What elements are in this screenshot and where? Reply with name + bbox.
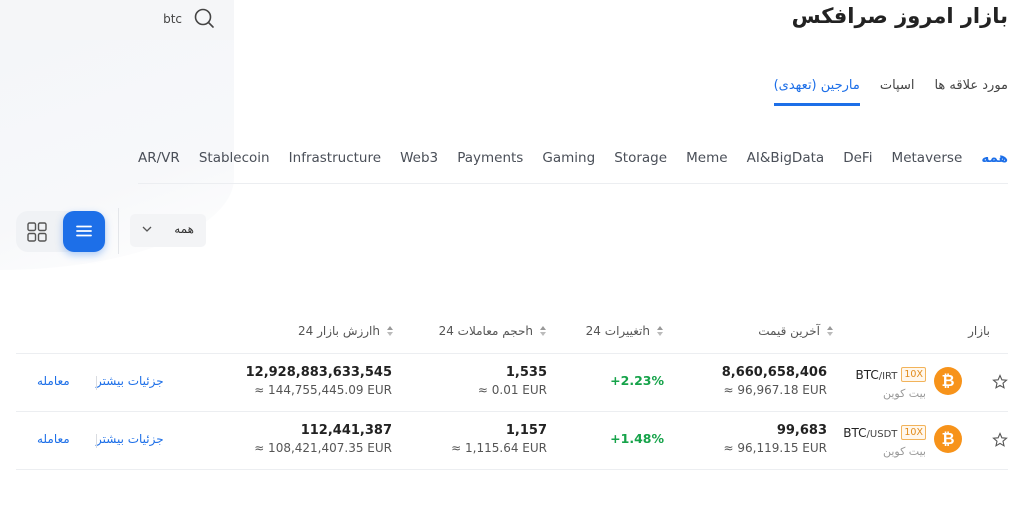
page-title: بازار امروز صرافکس (791, 4, 1008, 28)
leverage-badge: 10X (901, 425, 926, 440)
category-all[interactable]: همه (981, 150, 1008, 183)
pair-base: BTC (855, 367, 879, 382)
header-change[interactable]: تغییرات 24h (586, 324, 664, 338)
trade-link[interactable]: معامله (37, 374, 70, 388)
category-ar-vr[interactable]: AR/VR (138, 150, 180, 183)
last-price-eur: ≈ 96,967.18 EUR (723, 383, 827, 397)
market-cap: 112,441,387 (300, 423, 392, 438)
header-market: بازار (968, 324, 990, 338)
header-volume-label: حجم معاملات 24h (438, 324, 533, 338)
grid-view-icon[interactable] (26, 221, 48, 243)
market-cap-cell: 12,928,883,633,545 ≈ 144,755,445.09 EUR (246, 365, 392, 397)
tab-margin[interactable]: مارجین (تعهدی) (773, 78, 860, 106)
market-pair: 10X BTC/USDT (843, 425, 926, 440)
category-stablecoin[interactable]: Stablecoin (199, 150, 270, 183)
search-bar (0, 0, 234, 40)
category-defi[interactable]: DeFi (843, 150, 872, 183)
bitcoin-icon: ₿ (934, 425, 962, 453)
market-cap-eur: ≈ 144,755,445.09 EUR (254, 383, 392, 397)
star-icon[interactable] (992, 374, 1008, 390)
table-header: بازار آخرین قیمت تغییرات 24h حجم معاملات… (16, 316, 1008, 354)
category-filter: همه Metaverse DeFi AI&BigData Meme Stora… (138, 150, 1008, 184)
category-ai-bigdata[interactable]: AI&BigData (747, 150, 825, 183)
change-24h: +2.23% (610, 373, 664, 388)
volume-24h: 1,157 (505, 423, 547, 438)
sort-icon (387, 326, 393, 336)
header-change-label: تغییرات 24h (585, 324, 650, 338)
last-price: 8,660,658,406 (721, 365, 827, 380)
last-price: 99,683 (776, 423, 827, 438)
chevron-down-icon (142, 226, 152, 232)
search-input[interactable] (120, 8, 182, 30)
category-storage[interactable]: Storage (614, 150, 667, 183)
header-market-cap-label: ارزش بازار 24h (297, 324, 380, 338)
link-divider (96, 376, 97, 390)
category-payments[interactable]: Payments (457, 150, 523, 183)
category-meme[interactable]: Meme (686, 150, 727, 183)
details-link[interactable]: جزئیات بیشتر (96, 374, 164, 388)
list-view-icon (76, 225, 92, 237)
volume-24h: 1,535 (505, 365, 547, 380)
tab-spot[interactable]: اسپات (880, 78, 915, 106)
header-last-price[interactable]: آخرین قیمت (758, 324, 834, 338)
divider (118, 208, 119, 254)
header-volume[interactable]: حجم معاملات 24h (439, 324, 547, 338)
list-view-button[interactable] (63, 211, 105, 252)
tab-favorites[interactable]: مورد علاقه ها (934, 78, 1008, 106)
pair-base: BTC (843, 425, 867, 440)
filter-dropdown-value: همه (174, 222, 194, 236)
sort-icon (827, 326, 833, 336)
last-price-eur: ≈ 96,119.15 EUR (723, 441, 827, 455)
market-cap: 12,928,883,633,545 (245, 365, 392, 380)
category-infrastructure[interactable]: Infrastructure (289, 150, 381, 183)
sort-icon (540, 326, 546, 336)
market-pair: 10X BTC/IRT (855, 367, 926, 382)
coin-name: بیت کوین (882, 445, 926, 458)
sort-icon (657, 326, 663, 336)
header-market-label: بازار (968, 324, 990, 338)
volume-24h-eur: ≈ 0.01 EUR (477, 383, 547, 397)
star-icon[interactable] (992, 432, 1008, 448)
last-price-cell: 99,683 ≈ 96,119.15 EUR (724, 423, 827, 455)
link-divider (96, 434, 97, 448)
volume-cell: 1,535 ≈ 0.01 EUR (478, 365, 547, 397)
category-web3[interactable]: Web3 (400, 150, 438, 183)
table-row[interactable]: ₿ 10X BTC/USDT بیت کوین 99,683 ≈ 96,119.… (16, 412, 1008, 470)
category-gaming[interactable]: Gaming (542, 150, 595, 183)
category-metaverse[interactable]: Metaverse (892, 150, 963, 183)
search-icon[interactable] (193, 7, 215, 29)
change-24h: +1.48% (610, 431, 664, 446)
pair-quote: /IRT (878, 370, 898, 382)
bitcoin-icon: ₿ (934, 367, 962, 395)
trade-link[interactable]: معامله (37, 432, 70, 446)
details-link[interactable]: جزئیات بیشتر (96, 432, 164, 446)
view-toggle (16, 211, 106, 252)
coin-name: بیت کوین (882, 387, 926, 400)
leverage-badge: 10X (901, 367, 926, 382)
header-last-price-label: آخرین قیمت (758, 324, 820, 338)
market-cap-cell: 112,441,387 ≈ 108,421,407.35 EUR (254, 423, 392, 455)
volume-cell: 1,157 ≈ 1,115.64 EUR (451, 423, 547, 455)
filter-dropdown[interactable]: همه (130, 214, 206, 247)
pair-quote: /USDT (866, 428, 898, 440)
table-row[interactable]: ₿ 10X BTC/IRT بیت کوین 8,660,658,406 ≈ 9… (16, 354, 1008, 412)
last-price-cell: 8,660,658,406 ≈ 96,967.18 EUR (722, 365, 827, 397)
market-tabs: مورد علاقه ها اسپات مارجین (تعهدی) (773, 78, 1008, 106)
volume-24h-eur: ≈ 1,115.64 EUR (451, 441, 547, 455)
header-market-cap[interactable]: ارزش بازار 24h (298, 324, 394, 338)
market-cap-eur: ≈ 108,421,407.35 EUR (254, 441, 392, 455)
